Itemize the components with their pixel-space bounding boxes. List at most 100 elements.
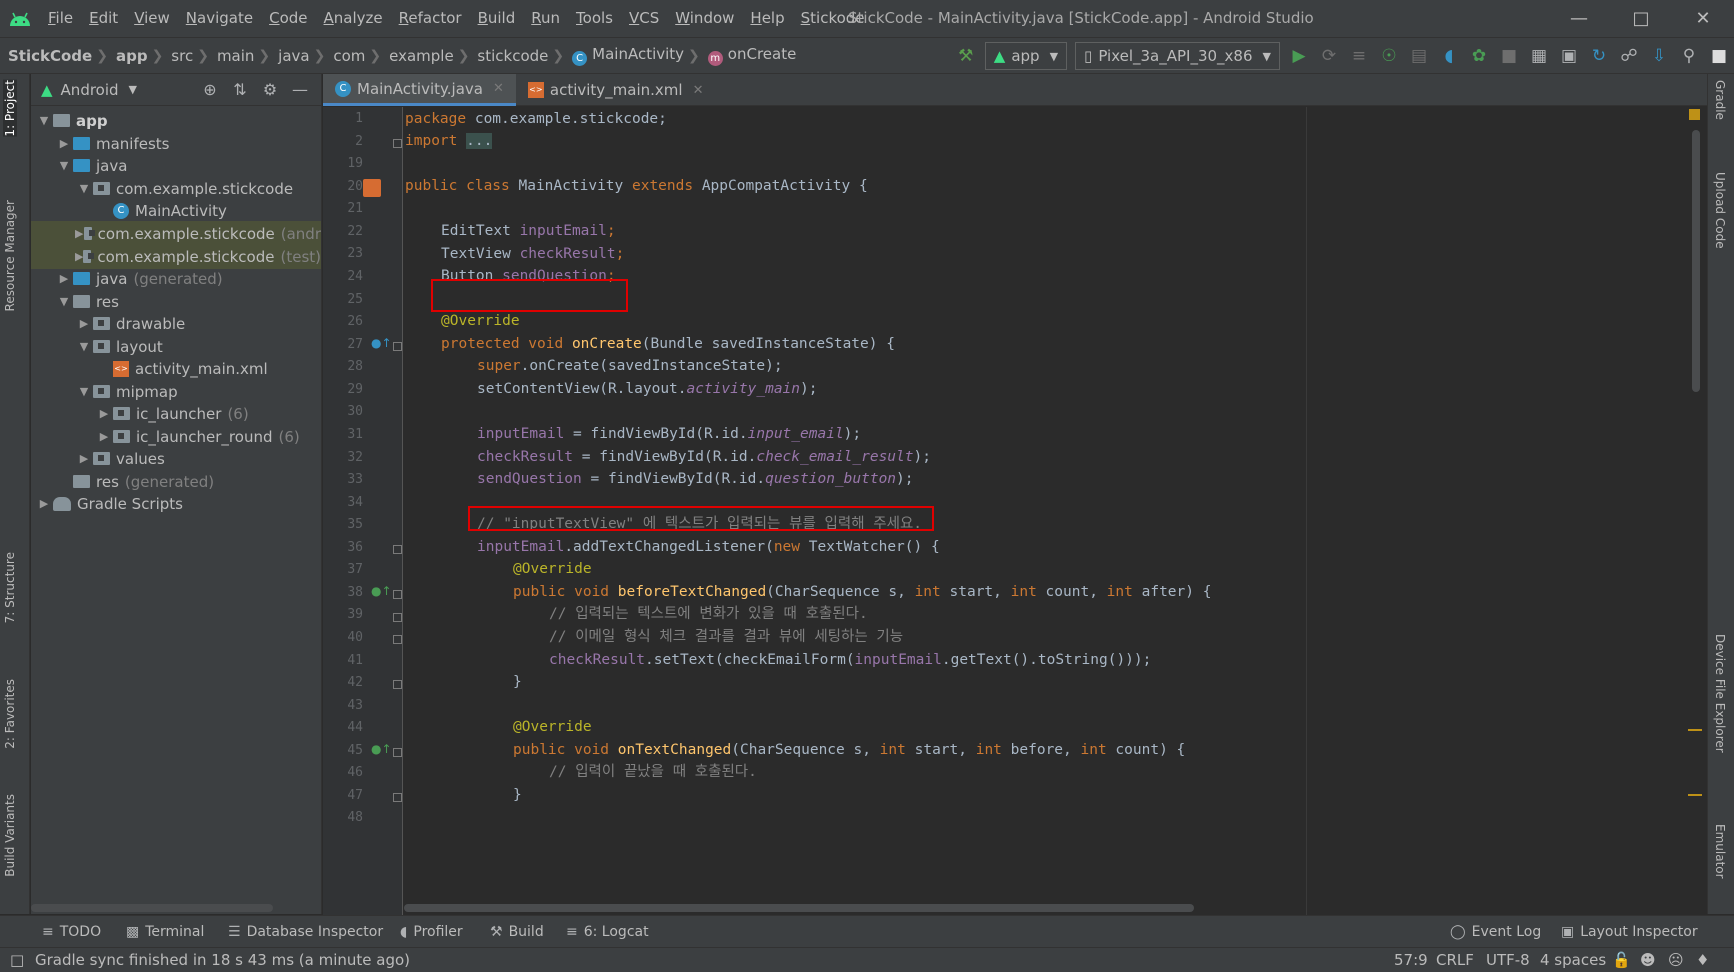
coverage-icon[interactable]: ▤ (1404, 41, 1434, 71)
tool-profiler[interactable]: ◖ Profiler (400, 916, 463, 948)
warning-stripe-marker[interactable] (1688, 729, 1702, 731)
tool-logcat[interactable]: ≡ 6: Logcat (566, 916, 649, 948)
tool-database-inspector[interactable]: ☰ Database Inspector (228, 916, 383, 948)
tab-activity-main-xml[interactable]: <> activity_main.xml ✕ (516, 74, 716, 106)
tool-build[interactable]: ⚒ Build (490, 916, 544, 948)
fold-marker-icon[interactable] (393, 793, 402, 802)
debug-icon[interactable]: ☉ (1374, 41, 1404, 71)
project-view-select[interactable]: ▲ Android ▼ (41, 81, 137, 99)
status-message[interactable]: Gradle sync finished in 18 s 43 ms (a mi… (35, 948, 410, 972)
close-icon[interactable]: ✕ (493, 81, 504, 96)
tool-windows-toggle-icon[interactable]: □ (10, 948, 24, 972)
tab-emulator[interactable]: Emulator (1713, 824, 1727, 879)
breadcrumb-stickcode[interactable]: stickcode (469, 47, 552, 65)
minimize-button[interactable]: — (1548, 0, 1610, 37)
run-icon[interactable]: ▶ (1284, 41, 1314, 71)
collapse-all-icon[interactable]: ⇅ (225, 80, 255, 99)
close-window-button[interactable]: ✕ (1672, 0, 1734, 37)
fold-marker-icon[interactable] (393, 545, 402, 554)
menu-file[interactable]: File (40, 0, 81, 37)
fold-marker-icon[interactable] (393, 680, 402, 689)
maximize-button[interactable]: □ (1610, 0, 1672, 37)
fold-marker-icon[interactable] (393, 342, 402, 351)
stop-icon[interactable]: ■ (1494, 41, 1524, 71)
tab-favorites[interactable]: 2: Favorites (3, 679, 17, 749)
device-manager-icon[interactable]: ☍ (1614, 41, 1644, 71)
fold-marker-icon[interactable] (393, 590, 402, 599)
sdk-manager-icon[interactable]: ⇩ (1644, 41, 1674, 71)
tree-item-ic-launcher[interactable]: ▶ ic_launcher (6) (31, 401, 321, 426)
breadcrumb-main[interactable]: main (209, 47, 258, 65)
menu-run[interactable]: Run (523, 0, 568, 37)
tree-item-java[interactable]: ▼ java (31, 153, 321, 178)
editor-horizontal-scrollbar[interactable] (404, 904, 1194, 912)
apply-code-changes-icon[interactable]: ≡ (1344, 41, 1374, 71)
override-method-icon[interactable]: ●↑ (371, 742, 392, 756)
menu-build[interactable]: Build (470, 0, 524, 37)
breadcrumb-module[interactable]: app (108, 47, 152, 65)
folded-imports[interactable]: ... (466, 133, 493, 149)
override-method-icon[interactable]: ●↑ (371, 336, 392, 350)
menu-analyze[interactable]: Analyze (316, 0, 391, 37)
tab-gradle[interactable]: Gradle (1713, 80, 1727, 120)
project-horizontal-scrollbar[interactable] (31, 904, 273, 912)
project-structure-icon[interactable]: ▦ (1524, 41, 1554, 71)
fold-marker-icon[interactable] (393, 139, 402, 148)
tab-device-file-explorer[interactable]: Device File Explorer (1713, 634, 1727, 753)
breadcrumb-example[interactable]: example (381, 47, 458, 65)
device-select[interactable]: ▯ Pixel_3a_API_30_x86 ▼ (1075, 42, 1280, 70)
menu-window[interactable]: Window (667, 0, 742, 37)
tree-item-java-generated[interactable]: ▶ java (generated) (31, 266, 321, 291)
tool-terminal[interactable]: ▩ Terminal (126, 916, 204, 948)
menu-code[interactable]: Code (261, 0, 315, 37)
tab-resource-manager[interactable]: Resource Manager (3, 200, 17, 311)
fold-marker-icon[interactable] (393, 613, 402, 622)
editor-vertical-scrollbar[interactable] (1692, 130, 1700, 392)
run-config-select[interactable]: ▲ app ▼ (984, 42, 1068, 70)
code-editor[interactable]: package com.example.stickcode; import ..… (404, 107, 1707, 915)
sync-gradle-icon[interactable]: ↻ (1584, 41, 1614, 71)
tree-item-mainactivity[interactable]: C MainActivity (31, 198, 321, 223)
attach-debugger-icon[interactable]: ✿ (1464, 41, 1494, 71)
tool-event-log[interactable]: ◯ Event Log (1450, 916, 1541, 948)
indent-setting[interactable]: 4 spaces (1540, 948, 1606, 972)
tab-structure[interactable]: 7: Structure (3, 552, 17, 623)
tab-build-variants[interactable]: Build Variants (3, 794, 17, 877)
tab-project[interactable]: 1: Project (3, 80, 17, 137)
menu-help[interactable]: Help (742, 0, 792, 37)
feedback-icon[interactable]: ☹ (1668, 948, 1684, 972)
profile-icon[interactable]: ◖ (1434, 41, 1464, 71)
line-separator[interactable]: CRLF (1436, 948, 1474, 972)
apply-changes-icon[interactable]: ⟳ (1314, 41, 1344, 71)
fold-marker-icon[interactable] (393, 748, 402, 757)
breadcrumb-com[interactable]: com (325, 47, 369, 65)
lock-icon[interactable]: 🔓 (1612, 948, 1631, 972)
notifications-icon[interactable]: ♦ (1696, 948, 1709, 972)
gear-icon[interactable]: ⚙ (255, 80, 285, 99)
avd-manager-icon[interactable]: ▣ (1554, 41, 1584, 71)
tab-upload-code[interactable]: Upload Code (1713, 172, 1727, 249)
inspection-icon[interactable]: ☻ (1640, 948, 1656, 972)
caret-position[interactable]: 57:9 (1394, 948, 1428, 972)
fold-marker-icon[interactable] (393, 635, 402, 644)
menu-view[interactable]: View (126, 0, 178, 37)
locate-icon[interactable]: ⊕ (195, 80, 225, 99)
tree-item-activity-main-xml[interactable]: <> activity_main.xml (31, 356, 321, 381)
hammer-icon[interactable]: ⚒ (951, 41, 981, 71)
breadcrumb-src[interactable]: src (163, 47, 197, 65)
override-method-icon[interactable]: ●↑ (371, 584, 392, 598)
menu-refactor[interactable]: Refactor (391, 0, 470, 37)
tab-mainactivity-java[interactable]: C MainActivity.java ✕ (323, 74, 516, 106)
menu-navigate[interactable]: Navigate (178, 0, 261, 37)
menu-tools[interactable]: Tools (568, 0, 621, 37)
account-icon[interactable]: ■ (1704, 41, 1734, 71)
warning-stripe-marker[interactable] (1688, 794, 1702, 796)
tool-todo[interactable]: ≡ TODO (42, 916, 101, 948)
tree-item-drawable[interactable]: ▶ drawable (31, 311, 321, 336)
file-encoding[interactable]: UTF-8 (1486, 948, 1530, 972)
tree-item-gradle-scripts[interactable]: ▶ Gradle Scripts (31, 491, 321, 516)
menu-edit[interactable]: Edit (81, 0, 126, 37)
search-icon[interactable]: ⚲ (1674, 41, 1704, 71)
breadcrumb-java[interactable]: java (270, 47, 313, 65)
breadcrumb-method[interactable]: m onCreate (700, 45, 801, 66)
